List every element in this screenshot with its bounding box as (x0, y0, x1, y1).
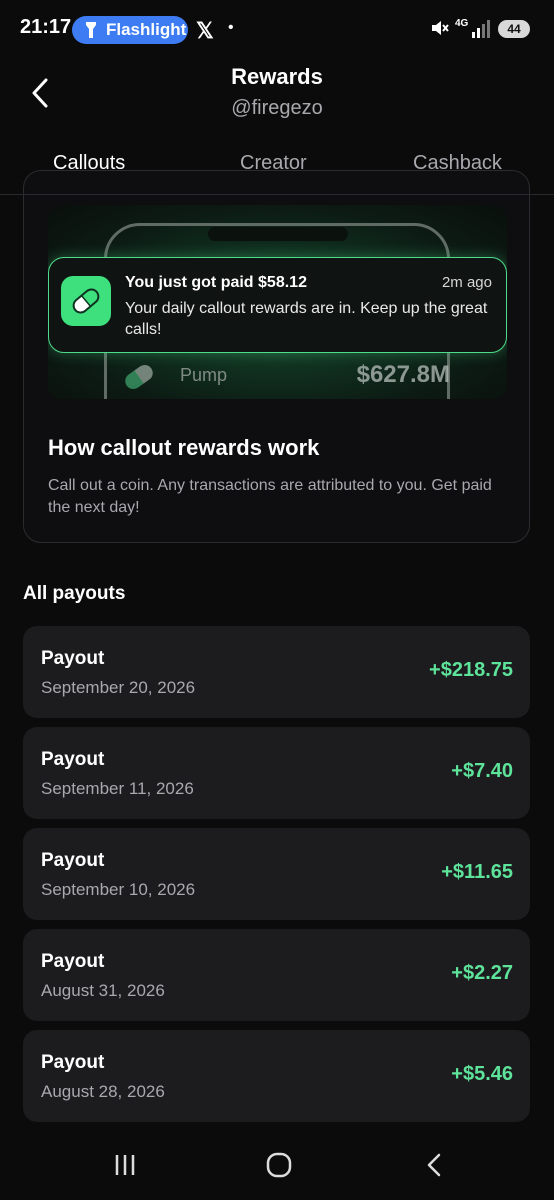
payout-label: Payout (41, 1052, 105, 1073)
pill-icon (72, 288, 100, 314)
payout-amount: +$7.40 (451, 760, 513, 782)
promo-image: Pump $627.8M You just got paid $58.12 2m… (48, 205, 507, 399)
notification-title: You just got paid $58.12 (125, 274, 307, 291)
notification-body: Your daily callout rewards are in. Keep … (125, 300, 488, 338)
network-type: 4G (455, 18, 469, 29)
payout-amount: +$5.46 (451, 1063, 513, 1085)
payment-notification: You just got paid $58.12 2m ago Your dai… (48, 257, 507, 353)
payout-row[interactable]: Payout September 11, 2026 +$7.40 (23, 727, 530, 819)
recent-apps-button[interactable] (110, 1150, 140, 1180)
system-nav-bar (0, 1130, 554, 1200)
pump-row: Pump $627.8M (120, 359, 460, 395)
card-heading: How callout rewards work (48, 435, 320, 460)
notification-time: 2m ago (441, 274, 492, 291)
payout-date: September 20, 2026 (41, 678, 196, 697)
tab-divider (0, 194, 554, 195)
phone-notch (208, 227, 348, 241)
pill-icon (122, 361, 156, 393)
payout-label: Payout (41, 951, 105, 972)
payout-amount: +$11.65 (441, 861, 513, 883)
x-app-icon: 𝕏 (196, 18, 214, 43)
card-description: Call out a coin. Any transactions are at… (48, 477, 492, 516)
payout-label: Payout (41, 749, 105, 770)
payout-label: Payout (41, 850, 105, 871)
payout-row[interactable]: Payout September 10, 2026 +$11.65 (23, 828, 530, 920)
payout-row[interactable]: Payout September 20, 2026 +$218.75 (23, 626, 530, 718)
payout-label: Payout (41, 648, 105, 669)
username: @firegezo (231, 97, 323, 119)
system-back-button[interactable] (420, 1150, 450, 1180)
callout-info-card: Pump $627.8M You just got paid $58.12 2m… (23, 170, 530, 543)
flashlight-chip[interactable]: Flashlight (72, 16, 188, 44)
battery-icon: 44 (498, 20, 530, 38)
section-title: All payouts (23, 583, 126, 604)
pump-value: $627.8M (356, 361, 450, 388)
clock: 21:17 (20, 16, 72, 38)
payout-amount: +$2.27 (451, 962, 513, 984)
pump-label: Pump (180, 365, 228, 385)
home-button[interactable] (264, 1150, 294, 1180)
flashlight-label: Flashlight (106, 20, 187, 39)
payout-amount: +$218.75 (429, 659, 513, 681)
notification-dot: • (228, 19, 234, 36)
payout-date: September 11, 2026 (41, 779, 194, 798)
app-icon (61, 276, 111, 326)
payout-date: August 31, 2026 (41, 981, 165, 1000)
payout-date: August 28, 2026 (41, 1082, 165, 1101)
payout-date: September 10, 2026 (41, 880, 196, 899)
signal-icon (472, 20, 490, 38)
flashlight-icon (86, 22, 96, 38)
payout-row[interactable]: Payout August 28, 2026 +$5.46 (23, 1030, 530, 1122)
page-title: Rewards (231, 64, 323, 89)
status-bar: 21:17 Flashlight 𝕏 • 4G 44 (0, 0, 554, 60)
battery-level: 44 (507, 22, 521, 36)
payout-row[interactable]: Payout August 31, 2026 +$2.27 (23, 929, 530, 1021)
mute-icon (432, 21, 449, 35)
